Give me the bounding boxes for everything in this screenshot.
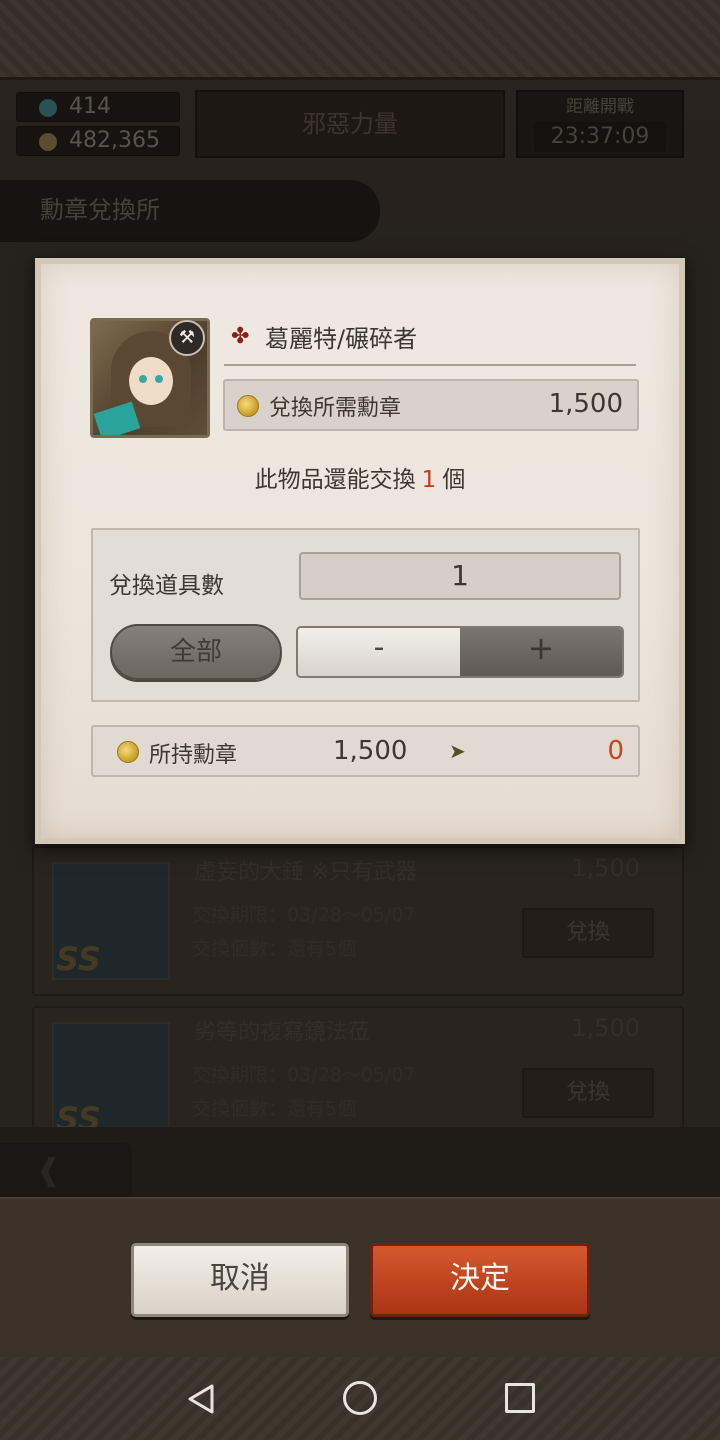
- exchange-dialog: ⚒ ✤ 葛麗特/碾碎者 兌換所需勳章 1,500 此物品還能交換 1 個 兌換道具數…: [35, 258, 685, 844]
- all-button[interactable]: 全部: [110, 624, 282, 680]
- owned-result: 0: [607, 736, 624, 766]
- medal-icon: [117, 741, 139, 763]
- portrait-scarf: [93, 401, 141, 435]
- quantity-panel: 兌換道具數 1 全部 - +: [91, 528, 640, 702]
- quantity-label: 兌換道具數: [109, 573, 224, 599]
- owned-medals-box: 所持勳章 1,500 ➤ 0: [91, 725, 640, 777]
- android-nav-bar: [0, 1357, 720, 1440]
- item-name: 葛麗特/碾碎者: [265, 325, 418, 353]
- cost-label: 兌換所需勳章: [269, 396, 402, 421]
- nav-home-icon[interactable]: [343, 1381, 377, 1415]
- owned-label: 所持勳章: [149, 743, 238, 768]
- portrait-eye: [139, 375, 147, 383]
- nav-recent-icon[interactable]: [505, 1383, 535, 1413]
- hammer-icon: ⚒: [169, 320, 205, 356]
- decrement-button[interactable]: -: [298, 628, 460, 676]
- arrow-right-icon: ➤: [449, 739, 466, 763]
- quantity-stepper: - +: [296, 626, 624, 678]
- cost-value: 1,500: [548, 389, 623, 419]
- remain-prefix: 此物品還能交換: [254, 467, 416, 493]
- remaining-exchanges: 此物品還能交換 1 個: [41, 460, 679, 494]
- remain-count: 1: [421, 467, 437, 493]
- medal-icon: [237, 395, 259, 417]
- cross-emblem-icon: ✤: [231, 324, 250, 349]
- increment-button[interactable]: +: [460, 628, 622, 676]
- required-medals-box: 兌換所需勳章 1,500: [223, 379, 639, 431]
- portrait-eye: [155, 375, 163, 383]
- quantity-field[interactable]: 1: [299, 552, 621, 600]
- divider: [224, 364, 636, 366]
- cancel-button[interactable]: 取消: [131, 1243, 349, 1317]
- action-bar: 取消 決定: [0, 1197, 720, 1357]
- remain-suffix: 個: [442, 467, 466, 493]
- nav-back-icon[interactable]: [186, 1383, 216, 1415]
- portrait-face: [129, 357, 173, 405]
- owned-value: 1,500: [333, 736, 408, 766]
- confirm-button[interactable]: 決定: [370, 1243, 590, 1317]
